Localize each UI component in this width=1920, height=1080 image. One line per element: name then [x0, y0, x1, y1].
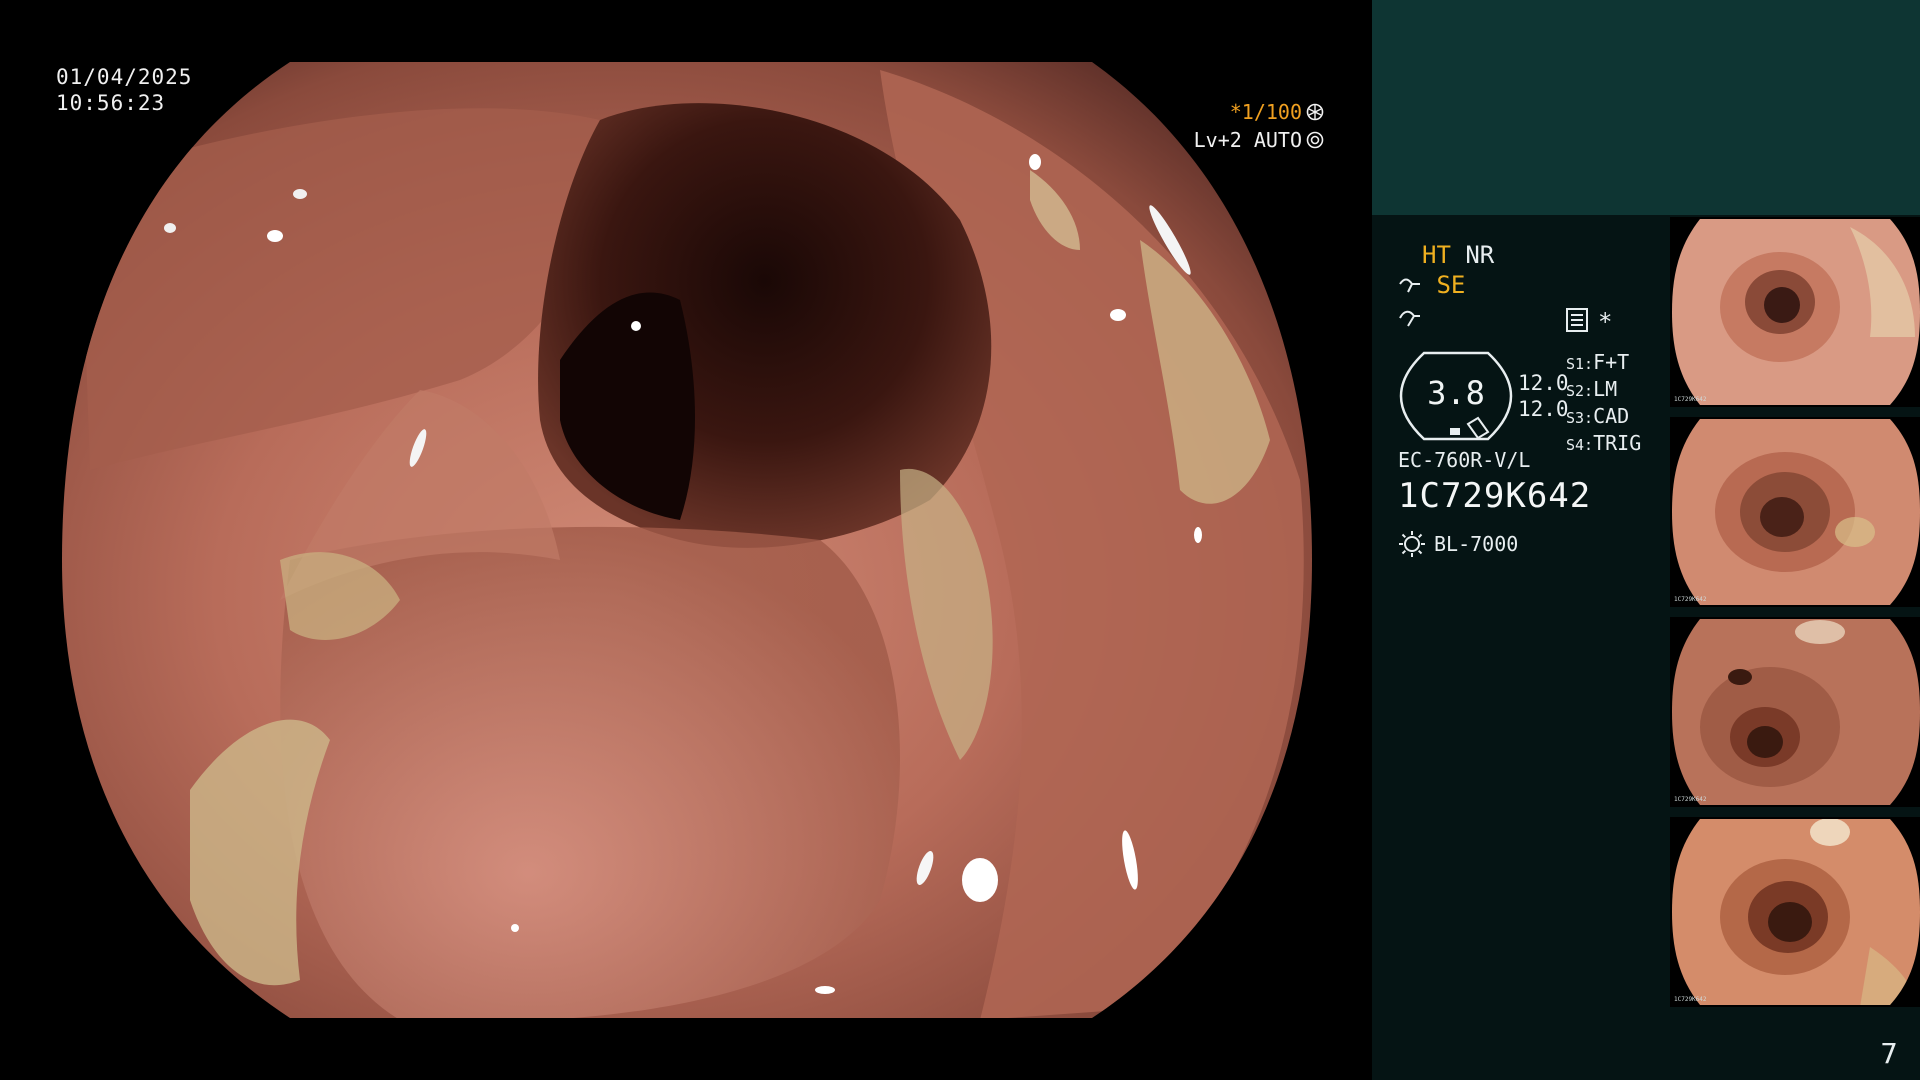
mode-item: S3:CAD — [1566, 404, 1630, 428]
light-source-icon — [1399, 531, 1425, 557]
structure-mode-icon — [1399, 278, 1420, 293]
side-panel-header-area — [1372, 0, 1920, 215]
se-row: SE — [1398, 270, 1465, 300]
ht-tag: HT — [1422, 241, 1451, 269]
se-tag: SE — [1436, 271, 1466, 299]
brightness-level: Lv+2 AUTO — [1193, 128, 1302, 152]
processor-settings: HT NR SE * 3.8 12.0 12.0 S1:F+T S2:LM S3… — [1398, 240, 1698, 570]
date-label: 01/04/2025 — [56, 65, 193, 89]
shutter-icon — [1306, 103, 1324, 121]
thumbnail-serial: 1C729K642 — [1674, 796, 1707, 803]
color-value-1: 12.0 — [1518, 371, 1569, 395]
level-row: Lv+2 AUTO — [1194, 126, 1324, 154]
thumbnail[interactable]: 1C729K642 — [1670, 817, 1920, 1007]
date-time-overlay: 01/04/2025 10:56:23 — [56, 64, 192, 116]
nr-tag: NR — [1465, 241, 1495, 269]
structure-gauge: 3.8 — [1398, 350, 1514, 442]
mode-item: S4:TRIG — [1566, 431, 1642, 455]
thumbnail[interactable]: 1C729K642 — [1670, 417, 1920, 607]
captured-images-list: 1C729K642 1C729K642 1C729K642 1C729K642 — [1670, 217, 1920, 1017]
page-number: 7 — [1880, 1037, 1898, 1070]
thumbnail-serial: 1C729K642 — [1674, 996, 1707, 1003]
shutter-row: *1/100 — [1194, 98, 1324, 126]
color-value-2: 12.0 — [1518, 397, 1569, 421]
thumbnail[interactable]: 1C729K642 — [1670, 217, 1920, 407]
thumbnail-serial: 1C729K642 — [1674, 596, 1707, 603]
scope-serial-number: 1C729K642 — [1398, 476, 1592, 516]
structure-value: 3.8 — [1427, 374, 1485, 412]
mode-item: S2:LM — [1566, 377, 1618, 401]
light-source-label: BL-7000 — [1434, 532, 1519, 556]
color-values: 12.0 12.0 — [1518, 370, 1569, 422]
enhancement-row: HT NR — [1422, 240, 1494, 270]
thumbnail-serial: 1C729K642 — [1674, 396, 1707, 403]
exposure-overlay: *1/100 Lv+2 AUTO — [1194, 98, 1324, 154]
light-source-row: BL-7000 — [1398, 530, 1518, 558]
contrast-mode-icon — [1399, 310, 1420, 327]
settings-list-icon — [1566, 308, 1588, 332]
mode-item: S1:F+T — [1566, 350, 1630, 374]
thumbnail[interactable]: 1C729K642 — [1670, 617, 1920, 807]
endoscope-main-view: 01/04/2025 10:56:23 *1/100 Lv+2 AUTO — [0, 0, 1372, 1080]
endoscopic-image — [62, 62, 1312, 1018]
time-label: 10:56:23 — [56, 91, 166, 115]
switch-modes-list: S1:F+T S2:LM S3:CAD S4:TRIG — [1566, 350, 1641, 458]
shutter-speed: *1/100 — [1229, 100, 1302, 124]
iris-icon — [1306, 131, 1324, 149]
side-panel: HT NR SE * 3.8 12.0 12.0 S1:F+T S2:LM S3… — [1372, 0, 1920, 1080]
asterisk-marker: * — [1598, 308, 1613, 336]
scope-model: EC-760R-V/L — [1398, 448, 1531, 472]
